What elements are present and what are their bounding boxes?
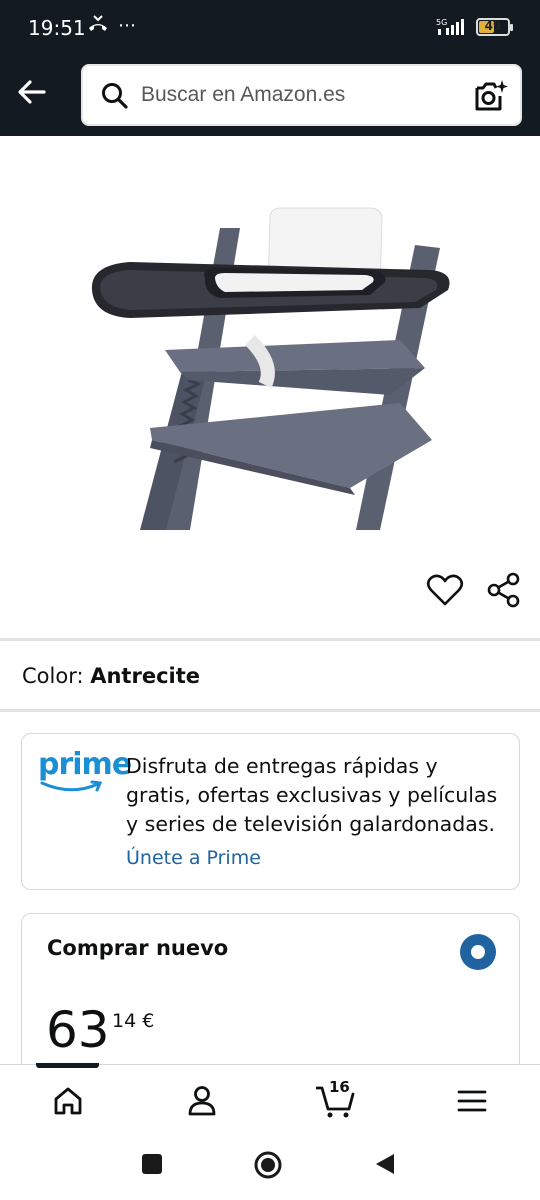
product-image[interactable]	[70, 190, 470, 535]
more-notifications-icon: ⋯	[118, 14, 136, 35]
prime-logo: prime	[38, 747, 132, 798]
divider	[0, 709, 540, 712]
bottom-navigation: 16	[0, 1063, 540, 1130]
camera-search-icon[interactable]	[472, 78, 508, 114]
divider	[0, 638, 540, 641]
search-input[interactable]	[141, 66, 461, 124]
color-value: Antrecite	[90, 664, 201, 688]
status-time: 19:51	[28, 16, 86, 40]
menu-icon[interactable]	[452, 1081, 492, 1121]
back-arrow-icon[interactable]	[14, 74, 50, 110]
status-notification-icons: ⋯	[86, 14, 136, 36]
color-label: Color:	[22, 664, 84, 688]
color-selection: Color: Antrecite	[22, 664, 200, 688]
battery-icon: 49	[476, 18, 513, 36]
home-icon[interactable]	[48, 1081, 88, 1121]
status-bar: 19:51 ⋯ 5G 49	[0, 0, 540, 56]
join-prime-link[interactable]: Únete a Prime	[126, 847, 261, 869]
system-navigation	[0, 1130, 540, 1200]
search-icon	[102, 83, 128, 109]
buy-new-radio[interactable]	[460, 934, 496, 970]
signal-icon: 5G	[436, 18, 464, 35]
status-right-icons: 5G 49	[436, 17, 513, 37]
share-icon[interactable]	[485, 571, 523, 609]
network-label: 5G	[436, 18, 447, 27]
battery-level: 49	[484, 19, 502, 33]
home-system-icon[interactable]	[253, 1150, 283, 1180]
prime-smile-icon	[40, 780, 103, 792]
prime-promo-card: prime Disfruta de entregas rápidas y gra…	[21, 733, 520, 890]
product-actions	[0, 565, 540, 617]
buy-new-title: Comprar nuevo	[47, 936, 229, 960]
back-system-icon[interactable]	[372, 1152, 396, 1176]
cart-count: 16	[329, 1078, 350, 1096]
heart-icon[interactable]	[426, 571, 464, 609]
nav-active-indicator	[36, 1063, 99, 1068]
prime-logo-text: prime	[38, 747, 132, 782]
recent-apps-icon[interactable]	[140, 1152, 164, 1176]
account-icon[interactable]	[182, 1081, 222, 1121]
price-fraction: 14 €	[112, 1010, 155, 1032]
app-header	[0, 56, 540, 136]
missed-call-icon	[89, 15, 107, 31]
search-bar[interactable]	[81, 64, 522, 126]
prime-description: Disfruta de entregas rápidas y gratis, o…	[126, 754, 498, 836]
price-whole: 63	[46, 1001, 110, 1059]
cart-button[interactable]: 16	[315, 1078, 356, 1121]
